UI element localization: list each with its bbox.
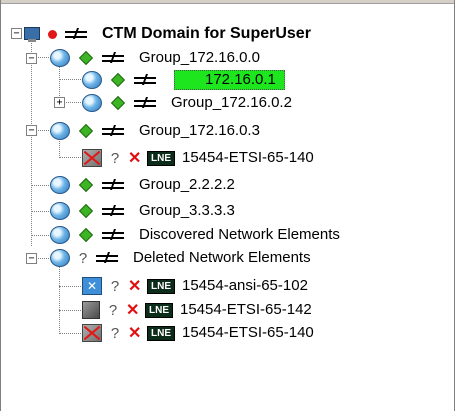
alarm-critical-icon xyxy=(48,29,57,39)
collapse-toggle[interactable]: − xyxy=(26,53,37,64)
error-x-icon: ✕ xyxy=(128,150,142,167)
group-globe-icon xyxy=(50,202,70,220)
collapse-toggle[interactable]: − xyxy=(26,125,37,136)
tree-node-network-element[interactable]: ? ✕ LNE 15454-ETSI-65-142 xyxy=(82,299,312,321)
unknown-status-icon: ? xyxy=(110,149,120,167)
tree-node-selected[interactable]: 172.16.0.1 xyxy=(82,69,285,91)
signal-icon xyxy=(65,28,87,40)
computer-icon xyxy=(24,26,40,42)
tree-node-label: CTM Domain for SuperUser xyxy=(102,25,311,42)
tree-node-group[interactable]: Group_172.16.0.3 xyxy=(50,120,260,142)
group-globe-icon xyxy=(50,49,70,67)
unknown-status-icon: ? xyxy=(108,301,118,319)
error-x-icon: ✕ xyxy=(128,325,142,342)
tree-node-deleted[interactable]: ? Deleted Network Elements xyxy=(50,247,311,269)
tree-connector xyxy=(31,211,49,212)
lne-badge: LNE xyxy=(147,325,175,341)
tree-node-label: 15454-ansi-65-102 xyxy=(182,277,308,294)
status-ok-icon xyxy=(78,177,94,193)
tree-node-network-element[interactable]: ✕ ? ✕ LNE 15454-ansi-65-102 xyxy=(82,275,308,297)
signal-icon xyxy=(102,229,124,241)
tree-node-group[interactable]: Group_172.16.0.0 xyxy=(50,47,260,69)
tree-node-label: Group_172.16.0.0 xyxy=(139,49,260,66)
tree-node-label: Group_172.16.0.2 xyxy=(171,94,292,111)
tree-connector xyxy=(31,40,32,246)
tree-node-root[interactable]: CTM Domain for SuperUser xyxy=(24,23,311,45)
tree-node-discovered[interactable]: Discovered Network Elements xyxy=(50,224,340,246)
lne-badge: LNE xyxy=(145,302,173,318)
group-globe-icon xyxy=(82,94,102,112)
tree-node-group[interactable]: Group_3.3.3.3 xyxy=(50,200,235,222)
status-ok-icon xyxy=(78,123,94,139)
tree-connector xyxy=(59,286,81,287)
expand-toggle[interactable]: + xyxy=(54,97,65,108)
tree-node-label: 172.16.0.1 xyxy=(174,70,285,90)
group-globe-icon xyxy=(50,122,70,140)
lne-badge: LNE xyxy=(147,278,175,294)
status-ok-icon xyxy=(110,72,126,88)
tree-connector xyxy=(31,235,49,236)
tree-node-group[interactable]: Group_2.2.2.2 xyxy=(50,174,235,196)
tree-node-label: Group_172.16.0.3 xyxy=(139,122,260,139)
error-x-icon: ✕ xyxy=(128,278,142,295)
lne-badge: LNE xyxy=(147,150,175,166)
unknown-status-icon: ? xyxy=(110,277,120,295)
signal-icon xyxy=(102,52,124,64)
signal-icon xyxy=(102,205,124,217)
tree-node-label: Deleted Network Elements xyxy=(133,249,311,266)
tree-node-label: Group_2.2.2.2 xyxy=(139,176,235,193)
group-globe-icon xyxy=(50,176,70,194)
tree-connector xyxy=(59,264,60,334)
status-ok-icon xyxy=(78,227,94,243)
signal-icon xyxy=(134,97,156,109)
tree-node-label: 15454-ETSI-65-142 xyxy=(180,301,312,318)
signal-icon xyxy=(134,74,156,86)
tree-connector xyxy=(31,185,49,186)
status-ok-icon xyxy=(110,95,126,111)
tree-connector xyxy=(59,79,81,80)
group-globe-icon xyxy=(50,249,70,267)
tree-node-group[interactable]: Group_172.16.0.2 xyxy=(82,92,292,114)
group-globe-icon xyxy=(82,71,102,89)
unreachable-ne-icon xyxy=(82,324,102,342)
error-x-icon: ✕ xyxy=(126,302,140,319)
unknown-status-icon: ? xyxy=(110,324,120,342)
collapse-toggle[interactable]: − xyxy=(11,28,22,39)
collapse-toggle[interactable]: − xyxy=(26,253,37,264)
tree-node-label: Group_3.3.3.3 xyxy=(139,202,235,219)
tree-connector xyxy=(59,333,81,334)
signal-icon xyxy=(102,125,124,137)
tree-connector xyxy=(59,310,81,311)
tree-node-network-element[interactable]: ? ✕ LNE 15454-ETSI-65-140 xyxy=(82,322,314,344)
tree-node-label: 15454-ETSI-65-140 xyxy=(182,324,314,341)
ne-cross-connect-icon: ✕ xyxy=(82,277,102,295)
status-ok-icon xyxy=(78,50,94,66)
tree-node-label: Discovered Network Elements xyxy=(139,226,340,243)
status-ok-icon xyxy=(78,203,94,219)
tree-node-label: 15454-ETSI-65-140 xyxy=(182,149,314,166)
group-globe-icon xyxy=(50,226,70,244)
signal-icon xyxy=(102,179,124,191)
tree-node-network-element[interactable]: ? ✕ LNE 15454-ETSI-65-140 xyxy=(82,147,314,169)
signal-icon xyxy=(96,252,118,264)
unknown-status-icon: ? xyxy=(78,249,88,267)
tree-connector xyxy=(59,157,81,158)
ne-chassis-icon xyxy=(82,301,100,319)
unreachable-ne-icon xyxy=(82,149,102,167)
top-frame xyxy=(0,0,455,4)
left-frame-edge xyxy=(0,0,1,411)
